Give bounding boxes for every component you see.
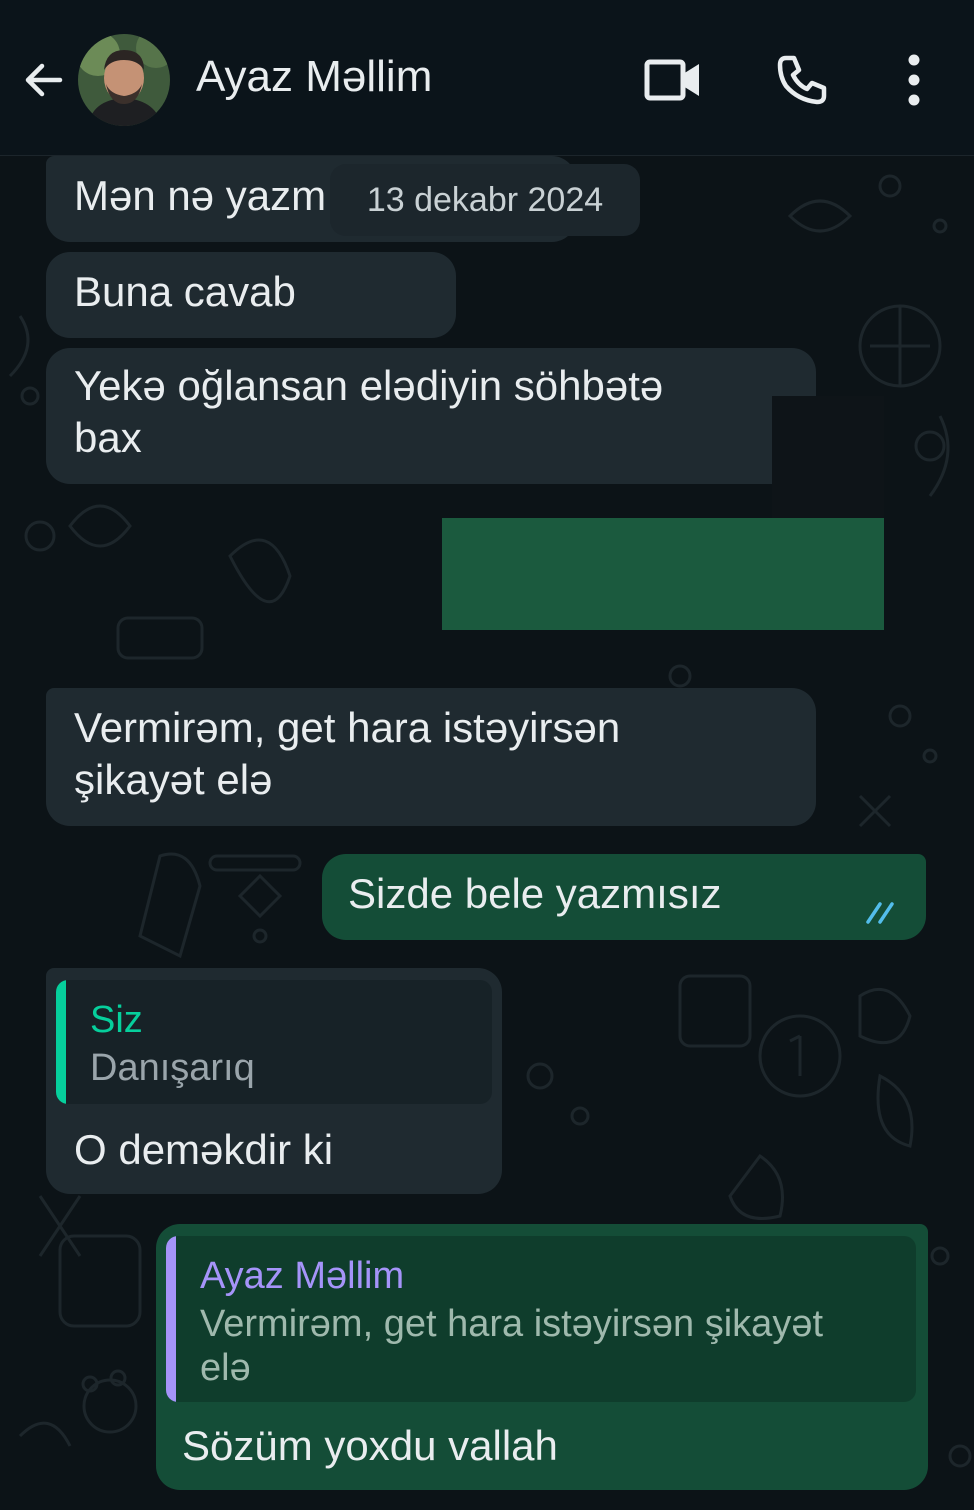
message-text: Yekə oğlansan elədiyin söhbətə bax: [74, 362, 664, 461]
message-text: Sizde bele yazmısız: [348, 870, 722, 917]
avatar[interactable]: [78, 34, 170, 126]
date-chip: 13 dekabr 2024: [330, 164, 640, 236]
voice-call-button[interactable]: [770, 50, 834, 110]
message-bubble-incoming[interactable]: Siz Danışarıq O deməkdir ki: [46, 968, 502, 1194]
redaction-block: [772, 396, 884, 518]
reply-text: Vermirəm, get hara istəyirsən şikayət el…: [200, 1303, 824, 1389]
back-button[interactable]: [18, 52, 70, 108]
contact-name[interactable]: Ayaz Məllim: [196, 52, 432, 102]
message-bubble-outgoing[interactable]: Ayaz Məllim Vermirəm, get hara istəyirsə…: [156, 1224, 928, 1490]
message-list[interactable]: Mən nə yazm 13 dekabr 2024 Buna cavab Ye…: [0, 156, 974, 1510]
reply-author: Siz: [90, 999, 143, 1041]
reply-text: Danışarıq: [90, 1047, 255, 1089]
reply-quote[interactable]: Siz Danışarıq: [56, 980, 492, 1104]
reply-quote[interactable]: Ayaz Məllim Vermirəm, get hara istəyirsə…: [166, 1236, 916, 1402]
message-bubble-outgoing[interactable]: Sizde bele yazmısız: [322, 854, 926, 940]
video-camera-icon: [644, 59, 699, 101]
message-bubble-incoming[interactable]: Yekə oğlansan elədiyin söhbətə bax: [46, 348, 816, 484]
video-call-button[interactable]: [638, 50, 708, 110]
more-vertical-icon: [908, 54, 920, 106]
chat-header: Ayaz Məllim: [0, 0, 974, 156]
message-bubble-incoming[interactable]: Buna cavab: [46, 252, 456, 338]
message-bubble-incoming[interactable]: Vermirəm, get hara istəyirsən şikayət el…: [46, 688, 816, 826]
arrow-left-icon: [25, 63, 63, 97]
reply-author: Ayaz Məllim: [200, 1255, 405, 1297]
message-text: Vermirəm, get hara istəyirsən şikayət el…: [74, 704, 621, 803]
message-text: Mən nə yazm: [74, 172, 327, 219]
double-check-icon: [866, 902, 894, 924]
phone-icon: [777, 55, 827, 105]
menu-button[interactable]: [890, 50, 938, 110]
redacted-message: [442, 518, 884, 630]
message-text: Sözüm yoxdu vallah: [182, 1422, 558, 1469]
message-text: O deməkdir ki: [74, 1126, 334, 1173]
message-text: Buna cavab: [74, 268, 296, 315]
